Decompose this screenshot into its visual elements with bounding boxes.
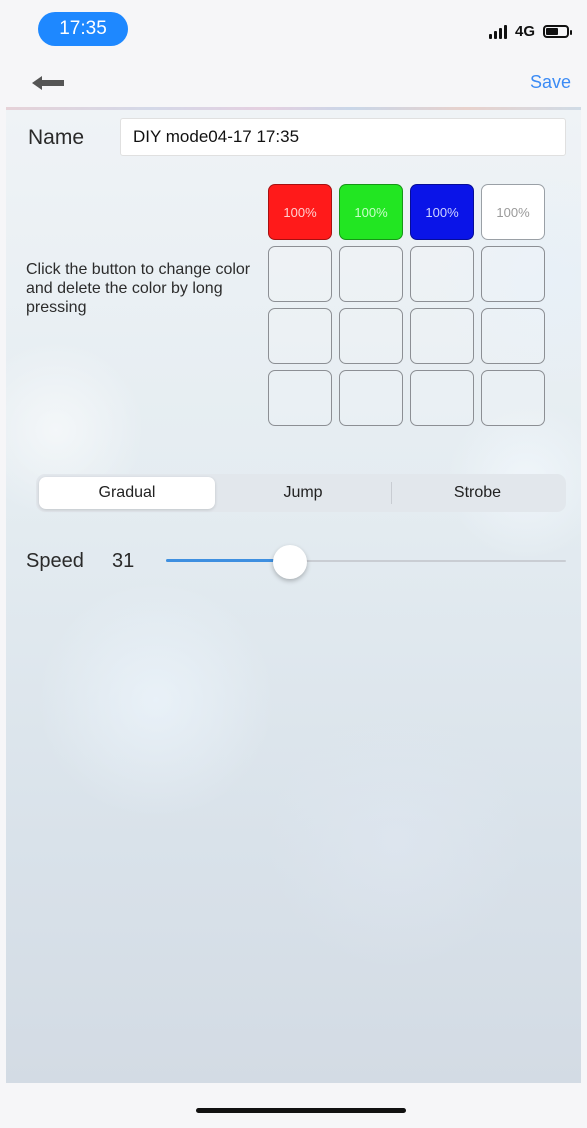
speed-label: Speed (26, 550, 84, 572)
home-area (0, 1083, 587, 1128)
color-slot-empty[interactable] (339, 308, 403, 364)
color-slot-empty[interactable] (410, 370, 474, 426)
color-slot-empty[interactable] (410, 308, 474, 364)
slider-track-fill (166, 559, 290, 562)
status-time: 17:35 (38, 12, 128, 46)
signal-icon (488, 23, 507, 39)
back-arrow-icon (32, 76, 64, 90)
status-bar: 17:35 4G (0, 0, 587, 60)
color-slot-empty[interactable] (481, 308, 545, 364)
mode-jump-tab[interactable]: Jump (215, 477, 391, 509)
mode-gradual-tab[interactable]: Gradual (39, 477, 215, 509)
mode-segmented-control: Gradual Jump Strobe (36, 474, 566, 512)
mode-strobe-tab[interactable]: Strobe (392, 477, 563, 509)
status-indicators: 4G (488, 20, 572, 42)
slider-thumb[interactable] (273, 545, 307, 579)
network-type: 4G (514, 22, 535, 40)
content-area: Name DIY mode04-17 17:35 100% 100% 100% 100… (6, 110, 581, 1083)
color-slot-empty[interactable] (339, 370, 403, 426)
battery-icon (543, 24, 572, 38)
color-slot-filled[interactable]: 100% (481, 184, 545, 240)
color-slot-empty[interactable] (268, 308, 332, 364)
color-slot-filled[interactable]: 100% (339, 184, 403, 240)
color-slot-empty[interactable] (481, 246, 545, 302)
home-indicator[interactable] (196, 1108, 406, 1113)
color-slot-empty[interactable] (268, 246, 332, 302)
bokeh-light (266, 710, 526, 970)
color-slot-brightness: 100% (425, 204, 459, 220)
color-slot-empty[interactable] (268, 370, 332, 426)
color-slot-empty[interactable] (339, 246, 403, 302)
color-slot-brightness: 100% (283, 204, 317, 220)
color-slot-empty[interactable] (481, 370, 545, 426)
save-button[interactable]: Save (524, 68, 577, 97)
name-input[interactable]: DIY mode04-17 17:35 (120, 118, 566, 156)
back-button[interactable] (24, 66, 72, 100)
color-slot-brightness: 100% (354, 204, 388, 220)
speed-value: 31 (112, 550, 135, 572)
color-slot-filled[interactable]: 100% (410, 184, 474, 240)
bokeh-light (36, 580, 276, 820)
color-hint-text: Click the button to change color and del… (26, 261, 251, 316)
color-slot-empty[interactable] (410, 246, 474, 302)
name-label: Name (28, 126, 85, 149)
speed-slider[interactable] (166, 545, 566, 579)
color-slot-brightness: 100% (496, 204, 530, 220)
screen: 17:35 4G Save Name DIY mode04-17 17:35 1… (0, 0, 587, 1128)
nav-bar: Save (0, 60, 587, 108)
color-slot-filled[interactable]: 100% (268, 184, 332, 240)
